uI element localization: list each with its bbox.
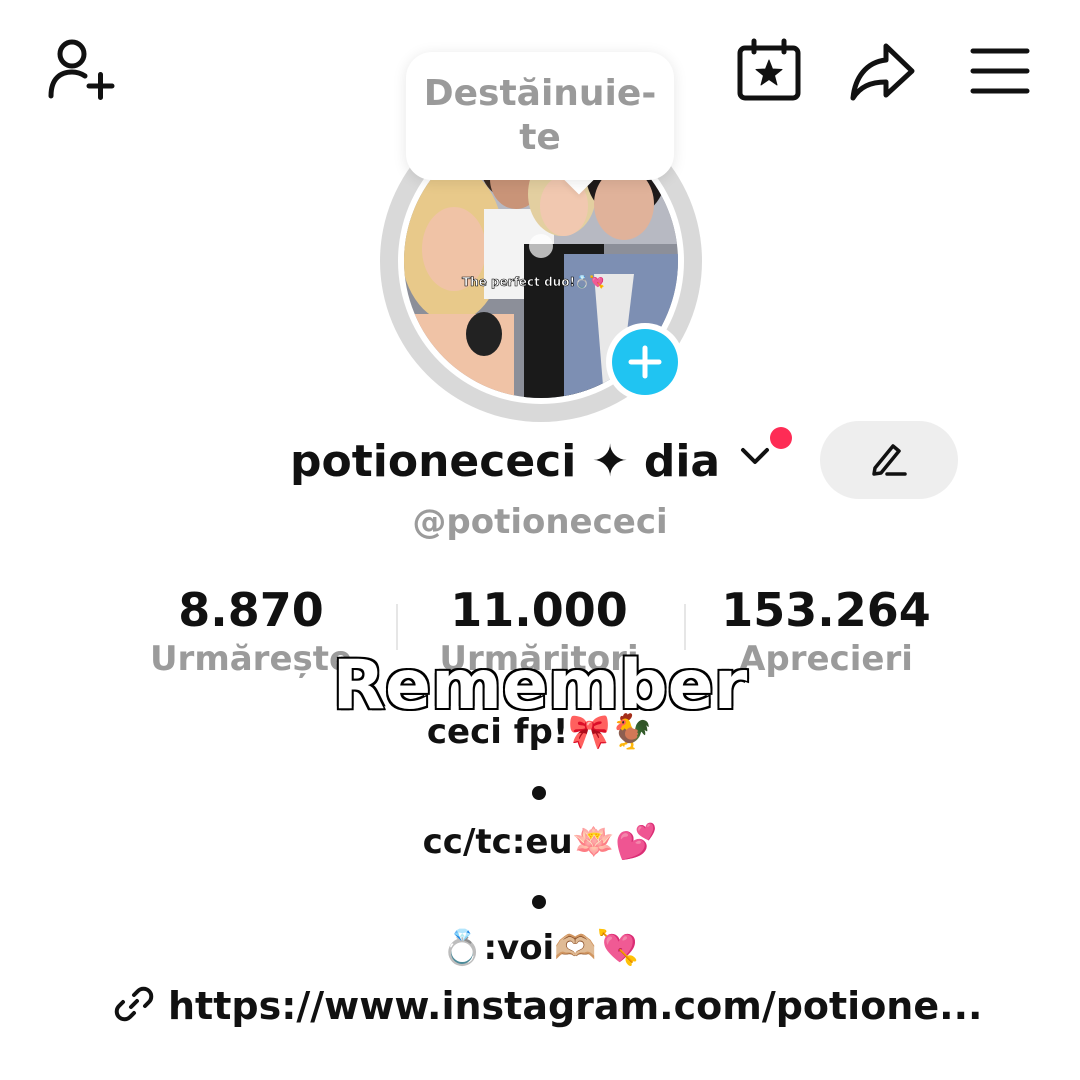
add-story-button[interactable]	[606, 323, 684, 401]
menu-icon[interactable]	[970, 46, 1030, 96]
avatar-caption: The perfect duo!💍💘	[462, 275, 605, 290]
link-icon	[114, 984, 154, 1028]
story-prompt-bubble[interactable]: Destăinuie-te	[406, 52, 674, 180]
story-prompt-text: Destăinuie-te	[423, 73, 657, 158]
calendar-star-icon[interactable]	[736, 38, 802, 102]
username-handle: @potionececi	[412, 502, 668, 542]
add-friend-icon[interactable]	[46, 36, 116, 106]
share-icon[interactable]	[848, 40, 918, 104]
bio-separator-dot	[532, 895, 546, 909]
link-text[interactable]: https://www.instagram.com/potione...	[168, 980, 982, 1032]
pencil-icon	[869, 438, 909, 482]
video-overlay-caption: Remember	[331, 645, 749, 727]
followers-count: 11.000	[450, 583, 628, 637]
bio-line: 💍:voi🫶🏼💘	[441, 928, 639, 968]
bio-line: cc/tc:eu🪷💕	[422, 822, 658, 862]
following-count: 8.870	[178, 583, 324, 637]
bio-link[interactable]: https://www.instagram.com/potione...	[114, 978, 982, 1034]
display-name[interactable]: potionececi ✦ dia	[290, 432, 720, 492]
notification-dot	[770, 427, 792, 449]
bio-separator-dot	[532, 786, 546, 800]
likes-count: 153.264	[721, 583, 931, 637]
chevron-down-icon[interactable]	[738, 444, 772, 472]
edit-profile-button[interactable]	[820, 421, 958, 499]
plus-icon	[612, 329, 678, 395]
